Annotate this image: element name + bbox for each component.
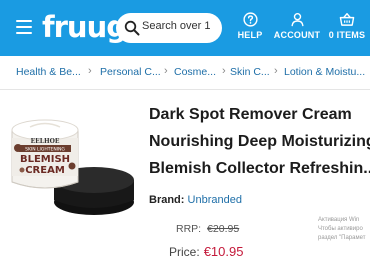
- account-button[interactable]: ACCOUNT: [271, 12, 323, 44]
- basket-items-label: 0 ITEMS: [328, 30, 366, 40]
- search-icon: [124, 20, 140, 36]
- watermark-line: Активация Win: [318, 217, 360, 223]
- current-price: Price: €10.95: [169, 244, 243, 259]
- product-brand: Brand: Unbranded: [149, 194, 242, 206]
- user-icon: [290, 12, 304, 27]
- product-title-line: Nourishing Deep Moisturizing: [149, 133, 370, 150]
- rrp-label: RRP:: [176, 223, 202, 235]
- account-label: ACCOUNT: [273, 30, 321, 40]
- product-title-line: Dark Spot Remover Cream: [149, 106, 352, 123]
- breadcrumb-separator-icon: ›: [222, 65, 226, 77]
- top-header: fruugo Search over 1 HELP ACCOUNT 0 ITEM…: [0, 0, 370, 56]
- breadcrumb: Health & Be... › Personal C... › Cosme..…: [0, 56, 370, 90]
- breadcrumb-item-skin-care[interactable]: Skin C...: [230, 66, 270, 78]
- brand-link[interactable]: Unbranded: [188, 194, 242, 206]
- product-title-line: Blemish Collector Refreshin...: [149, 160, 370, 177]
- product-subtitle-text: SKIN LIGHTENING: [25, 147, 65, 153]
- basket-icon: [339, 12, 355, 26]
- product-image[interactable]: EELHOE SKIN LIGHTENING BLEMISH CREAM: [8, 100, 134, 218]
- product-brand-text: EELHOE: [31, 138, 60, 145]
- breadcrumb-item-personal-care[interactable]: Personal C...: [100, 66, 161, 78]
- price-label: Price:: [169, 245, 200, 259]
- watermark-line: Чтобы активиро: [318, 226, 363, 232]
- search-placeholder: Search over 1: [142, 20, 211, 32]
- breadcrumb-item-health-beauty[interactable]: Health & Be...: [16, 66, 81, 78]
- windows-activation-watermark: Активация Win Чтобы активиро раздел "Пар…: [318, 216, 366, 243]
- rrp-value: €20.95: [207, 223, 240, 235]
- help-label: HELP: [237, 30, 263, 40]
- breadcrumb-item-lotion-moisturiser[interactable]: Lotion & Moistu...: [284, 66, 365, 78]
- product-label-blemish: BLEMISH: [20, 154, 70, 165]
- breadcrumb-separator-icon: ›: [274, 65, 278, 77]
- rrp-price: RRP: €20.95: [176, 223, 239, 235]
- breadcrumb-separator-icon: ›: [164, 65, 168, 77]
- help-icon: [242, 12, 258, 27]
- product-label-cream: CREAM: [25, 165, 65, 176]
- breadcrumb-item-cosmetics[interactable]: Cosme...: [174, 66, 216, 78]
- basket-button[interactable]: 0 ITEMS: [327, 12, 367, 44]
- help-button[interactable]: HELP: [236, 12, 264, 44]
- watermark-line: раздел "Парамет: [318, 235, 366, 241]
- breadcrumb-separator-icon: ›: [88, 65, 92, 77]
- product-title: Dark Spot Remover Cream Nourishing Deep …: [149, 101, 370, 182]
- hamburger-menu-icon[interactable]: [16, 20, 32, 34]
- price-value: €10.95: [203, 244, 244, 259]
- brand-label: Brand:: [149, 194, 185, 206]
- search-input[interactable]: Search over 1: [116, 13, 222, 43]
